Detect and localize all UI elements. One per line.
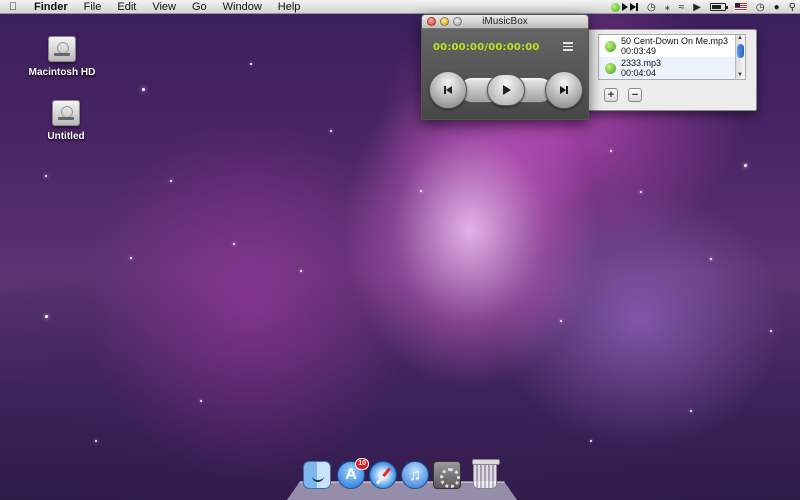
track-name: 2333.mp3 [621, 58, 662, 68]
trash-icon[interactable] [472, 459, 500, 489]
star [250, 63, 252, 65]
time-display: 00:00:00/00:00:00 [433, 42, 540, 53]
clock-icon[interactable]: ◷ [756, 2, 765, 13]
star [640, 191, 642, 193]
notification-badge: 10 [355, 458, 369, 470]
play-mini-icon [621, 3, 628, 11]
apple-icon[interactable]:  [0, 1, 26, 13]
previous-button[interactable] [429, 71, 467, 109]
next-icon [560, 86, 568, 94]
safari-icon[interactable] [369, 461, 397, 489]
star [590, 440, 592, 442]
track-duration: 00:03:49 [621, 46, 657, 56]
star [744, 164, 747, 167]
star [330, 130, 332, 132]
star [45, 315, 48, 318]
star [770, 330, 772, 332]
star [200, 400, 202, 402]
close-button[interactable] [427, 17, 436, 26]
scroll-down-icon[interactable]: ▼ [737, 72, 743, 79]
star [610, 150, 612, 152]
playlist-window: 50 Cent-Down On Me.mp3 00:03:49 2333.mp3… [587, 29, 757, 111]
playlist-toggle-icon[interactable] [563, 42, 573, 51]
star [710, 258, 712, 260]
desktop-icon-label: Untitled [47, 131, 85, 142]
imusicbox-logo-icon [610, 2, 620, 12]
zoom-button[interactable] [453, 17, 462, 26]
track-name: 50 Cent-Down On Me.mp3 [621, 36, 729, 46]
star [130, 257, 132, 259]
bluetooth-icon[interactable]: ⁎ [665, 2, 670, 13]
menu-view[interactable]: View [144, 1, 184, 13]
status-menus: ◷ ⁎ ≈ ▶ ◷ ● ⚲ [610, 0, 796, 14]
scrollbar[interactable]: ▲ ▼ [735, 35, 745, 79]
scroll-up-icon[interactable]: ▲ [737, 35, 743, 42]
list-item[interactable]: 50 Cent-Down On Me.mp3 00:03:49 [599, 35, 745, 57]
desktop-icon-macintosh-hd[interactable]: Macintosh HD [22, 36, 102, 78]
star [142, 88, 145, 91]
star [170, 180, 172, 182]
desktop-icon-label: Macintosh HD [28, 67, 96, 78]
next-button[interactable] [545, 71, 583, 109]
system-preferences-icon[interactable] [433, 461, 461, 489]
imusicbox-mini-icon[interactable] [610, 2, 638, 12]
track-icon [605, 40, 616, 52]
desktop-icon-untitled[interactable]: Untitled [26, 100, 106, 142]
wifi-icon[interactable]: ≈ [679, 2, 685, 13]
star [300, 270, 302, 272]
menu-file[interactable]: File [76, 1, 110, 13]
star [95, 440, 97, 442]
star [560, 320, 562, 322]
flag-icon[interactable] [734, 3, 747, 11]
app-store-icon[interactable]: A 10 [337, 458, 369, 489]
finder-icon[interactable] [303, 461, 331, 489]
menu-window[interactable]: Window [215, 1, 270, 13]
menu-app-name[interactable]: Finder [26, 1, 76, 13]
dock: A 10 ♫ [287, 458, 517, 500]
star [420, 190, 422, 192]
title-bar[interactable]: iMusicBox [422, 15, 588, 29]
minimize-button[interactable] [440, 17, 449, 26]
scroll-thumb[interactable] [737, 44, 744, 58]
time-machine-icon[interactable]: ◷ [647, 2, 656, 13]
star [233, 243, 235, 245]
next-mini-icon [629, 3, 638, 11]
itunes-icon[interactable]: ♫ [401, 461, 429, 489]
track-duration: 00:04:04 [621, 68, 657, 78]
previous-icon [444, 86, 452, 94]
play-button[interactable] [487, 74, 525, 106]
menu-bar:  Finder File Edit View Go Window Help ◷… [0, 0, 800, 14]
player-window: iMusicBox 00:00:00/00:00:00 [421, 14, 589, 120]
remove-track-button[interactable]: − [628, 88, 642, 102]
spotlight-icon[interactable]: ⚲ [789, 2, 796, 13]
star [690, 410, 692, 412]
menu-go[interactable]: Go [184, 1, 215, 13]
transport-controls [427, 71, 585, 109]
add-track-button[interactable]: + [604, 88, 618, 102]
user-icon[interactable]: ● [774, 2, 780, 13]
hard-drive-icon [52, 100, 80, 126]
volume-icon[interactable]: ▶ [693, 2, 701, 13]
menu-edit[interactable]: Edit [109, 1, 144, 13]
hard-drive-icon [48, 36, 76, 62]
battery-icon[interactable] [709, 3, 728, 11]
list-item[interactable]: 2333.mp3 00:04:04 [599, 57, 745, 79]
play-icon [501, 85, 511, 95]
playlist-list: 50 Cent-Down On Me.mp3 00:03:49 2333.mp3… [598, 34, 746, 80]
track-icon [605, 62, 616, 74]
star [45, 175, 47, 177]
menu-help[interactable]: Help [270, 1, 309, 13]
